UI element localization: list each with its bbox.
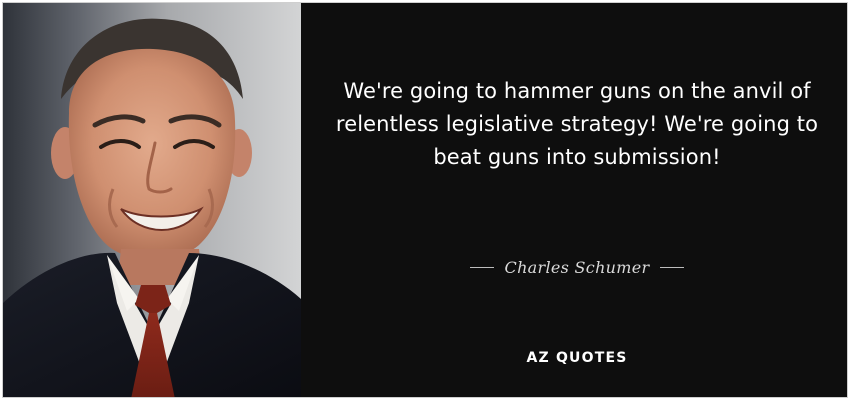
- author-portrait: [3, 3, 301, 397]
- right-dash: [660, 266, 685, 268]
- quote-card: We're going to hammer guns on the anvil …: [2, 2, 848, 398]
- quote-attribution: Charles Schumer: [321, 255, 833, 279]
- quote-text: We're going to hammer guns on the anvil …: [335, 79, 819, 169]
- author-name: Charles Schumer: [504, 257, 650, 277]
- portrait-illustration: [3, 3, 301, 397]
- brand-logo: AZ QUOTES: [526, 350, 628, 366]
- left-dash: [469, 266, 494, 268]
